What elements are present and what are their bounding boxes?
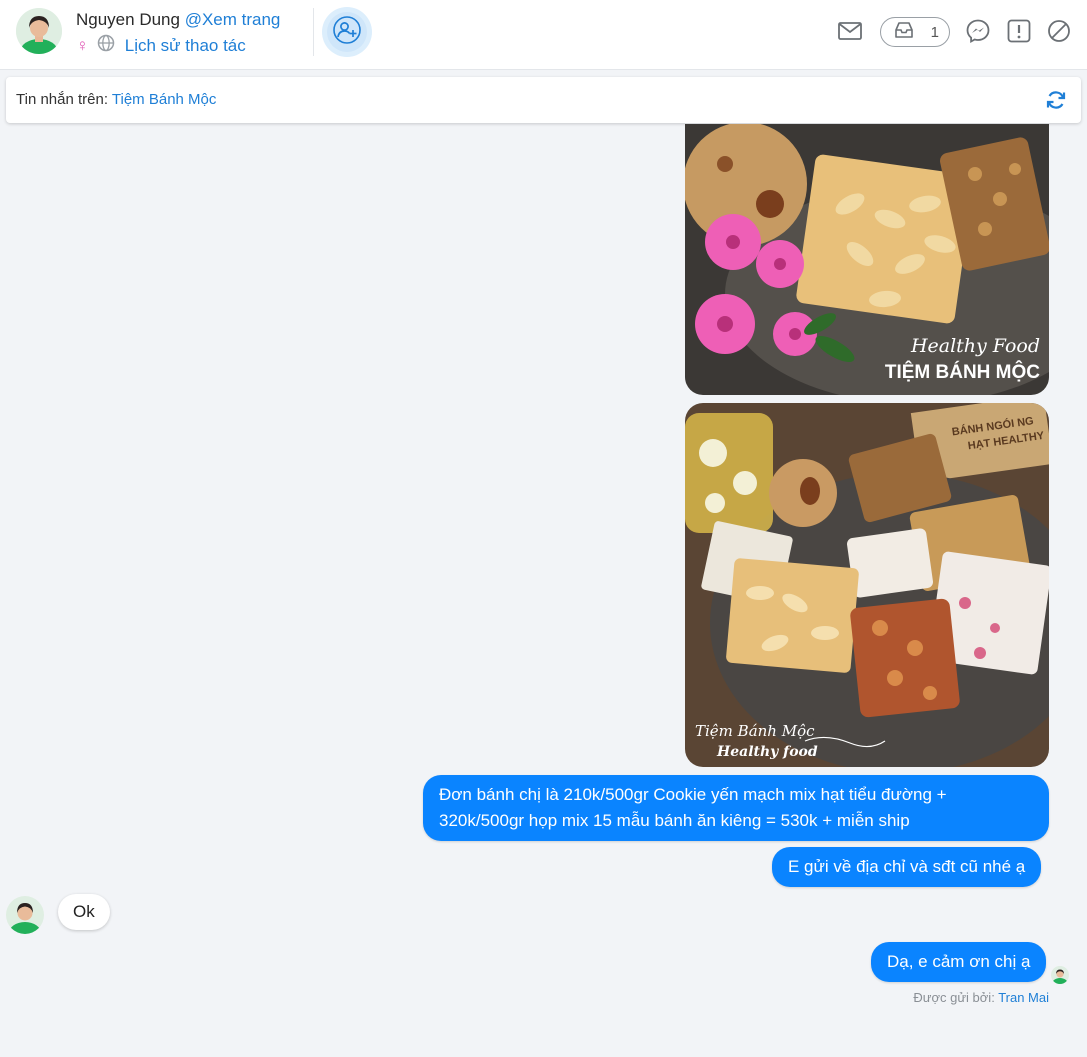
block-button[interactable] <box>1046 18 1072 49</box>
mail-button[interactable] <box>837 18 863 49</box>
outgoing-message[interactable]: E gửi về địa chỉ và sđt cũ nhé ạ <box>772 847 1042 887</box>
view-page-link[interactable]: @Xem trang <box>185 10 281 29</box>
header-divider <box>313 8 314 56</box>
refresh-button[interactable] <box>1045 89 1067 116</box>
message-text-line-1: Đơn bánh chị là 210k/500gr Cookie yến mạ… <box>439 785 947 804</box>
customer-meta-row: ♀ Lịch sử thao tác <box>76 34 246 57</box>
sent-by-label: Được gửi bởi: Tran Mai <box>913 990 1049 1005</box>
message-text: Dạ, e cảm ơn chị ạ <box>887 952 1031 971</box>
message-image-1[interactable]: Healthy Food TIỆM BÁNH MỘC <box>685 124 1049 395</box>
outgoing-message[interactable]: Đơn bánh chị là 210k/500gr Cookie yến mạ… <box>423 775 1049 841</box>
photo2-watermark-2: Healthy food <box>716 744 818 760</box>
outgoing-message[interactable]: Dạ, e cảm ơn chị ạ <box>871 942 1047 982</box>
message-image-2[interactable]: BÁNH NGÓI NG HẠT HEALTHY Tiệm Bánh Mộc H… <box>685 403 1049 767</box>
refresh-icon <box>1045 91 1067 115</box>
messenger-button[interactable] <box>965 18 991 49</box>
sent-by-prefix: Được gửi bởi: <box>913 990 999 1005</box>
report-icon <box>1006 18 1032 49</box>
message-text: Ok <box>73 902 95 921</box>
customer-name-row: Nguyen Dung @Xem trang <box>76 10 280 30</box>
customer-avatar[interactable] <box>16 8 62 54</box>
customer-name: Nguyen Dung <box>76 10 180 29</box>
add-user-icon <box>332 15 362 50</box>
messenger-icon <box>965 18 991 49</box>
photo1-watermark-script: Healthy Food <box>910 335 1040 357</box>
conversation-header: Nguyen Dung @Xem trang ♀ Lịch sử thao tá… <box>0 0 1087 70</box>
report-button[interactable] <box>1006 18 1032 49</box>
photo2-watermark-1: Tiệm Bánh Mộc <box>695 722 815 740</box>
sent-by-agent[interactable]: Tran Mai <box>998 990 1049 1005</box>
source-page-link[interactable]: Tiệm Bánh Mộc <box>112 91 216 108</box>
message-text-line-2: 320k/500gr họp mix 15 mẫu bánh ăn kiêng … <box>439 811 910 830</box>
agent-avatar <box>1051 966 1069 984</box>
inbox-count-button[interactable]: 1 <box>880 17 950 47</box>
message-source-prefix: Tin nhắn trên: <box>16 91 112 108</box>
action-history-link[interactable]: Lịch sử thao tác <box>125 36 246 56</box>
message-source-label: Tin nhắn trên: Tiệm Bánh Mộc <box>16 91 216 108</box>
message-source-bar: Tin nhắn trên: Tiệm Bánh Mộc <box>6 77 1081 123</box>
customer-avatar-small[interactable] <box>6 896 44 934</box>
inbox-icon <box>893 20 915 44</box>
message-text: E gửi về địa chỉ và sđt cũ nhé ạ <box>788 857 1026 876</box>
photo1-watermark-brand: TIỆM BÁNH MỘC <box>885 361 1040 383</box>
incoming-message[interactable]: Ok <box>58 894 110 930</box>
female-icon: ♀ <box>76 35 89 55</box>
mail-icon <box>837 18 863 49</box>
block-icon <box>1046 18 1072 49</box>
globe-icon <box>97 34 115 57</box>
inbox-count: 1 <box>930 23 939 41</box>
add-user-button[interactable] <box>322 7 372 57</box>
